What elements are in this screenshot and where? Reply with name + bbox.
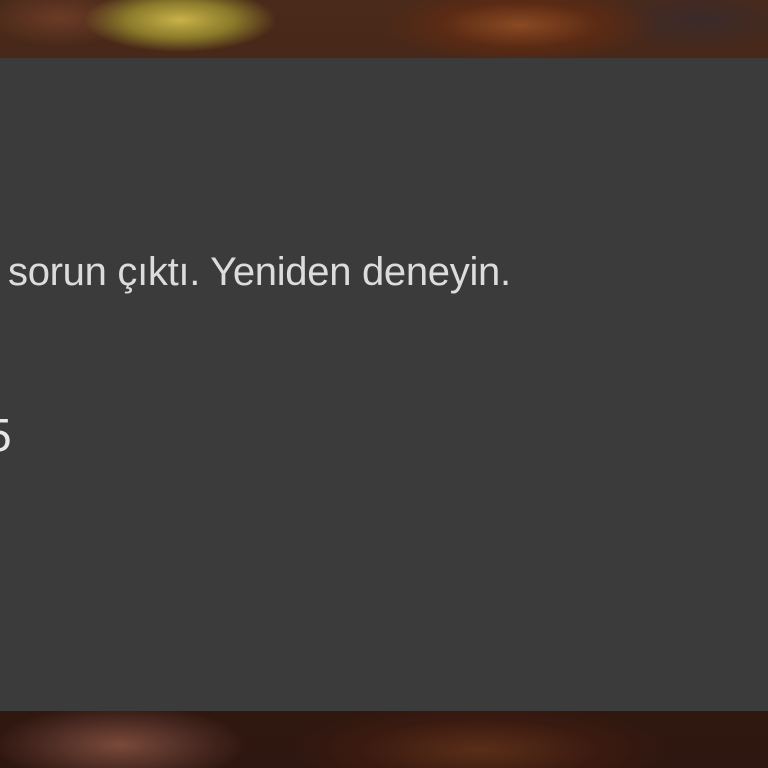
clipped-heading-fragment: 5 [0,408,12,462]
error-message: sorun çıktı. Yeniden deneyin. [8,250,511,294]
screen: sorun çıktı. Yeniden deneyin. 5 [0,0,768,768]
error-dialog: sorun çıktı. Yeniden deneyin. 5 [0,58,768,711]
